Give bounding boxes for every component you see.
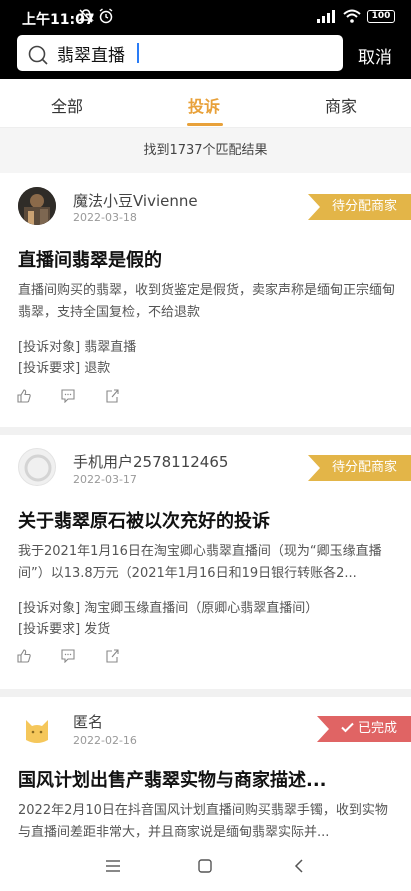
complaint-desc: 我于2021年1月16日在淘宝卿心翡翠直播间（现为“卿玉缘直播间”）以13.8万… [18, 544, 382, 581]
status-icons-right: 100 [317, 9, 395, 23]
complaint-target: [投诉对象] 淘宝卿玉缘直播间（原卿心翡翠直播间） [18, 597, 318, 616]
alarm-icon [99, 8, 113, 24]
menu-icon[interactable] [105, 859, 121, 873]
target-label: [投诉对象] [18, 340, 81, 355]
cancel-button[interactable]: 取消 [358, 43, 392, 68]
status-badge-label: 已完成 [357, 721, 397, 736]
request-value: 发货 [84, 622, 111, 637]
share-icon[interactable] [105, 649, 119, 663]
result-count: 找到1737个匹配结果 [0, 128, 411, 173]
status-badge: 已完成 [316, 716, 411, 742]
complaint-title: 国风计划出售产翡翠实物与商家描述... [18, 770, 327, 791]
comment-icon[interactable] [61, 389, 75, 403]
card-divider [0, 427, 411, 435]
tab-complaints[interactable]: 投诉 [188, 93, 220, 117]
system-nav-bar [0, 853, 411, 891]
status-bar: 上午11:07 100 [0, 0, 411, 34]
check-icon [341, 722, 354, 733]
text-cursor [137, 43, 139, 63]
complaint-target: [投诉对象] 翡翠直播 [18, 336, 136, 355]
card-actions [17, 389, 119, 403]
back-icon[interactable] [293, 858, 305, 874]
tab-bar: 全部 投诉 商家 [0, 79, 411, 128]
like-icon[interactable] [17, 649, 31, 663]
complaint-desc: 2022年2月10日在抖音国风计划直播间购买翡翠手镯，收到实物与直播间差距非常大… [18, 803, 388, 840]
signal-icon [317, 10, 335, 23]
complaint-request: [投诉要求] 退款 [18, 357, 110, 376]
share-icon[interactable] [105, 389, 119, 403]
mute-icon [78, 9, 94, 23]
tab-merchants[interactable]: 商家 [325, 93, 357, 117]
complaint-title: 关于翡翠原石被以次充好的投诉 [18, 511, 270, 532]
request-label: [投诉要求] [18, 361, 81, 376]
search-box[interactable] [17, 35, 343, 71]
complaint-card[interactable]: 匿名 2022-02-16 已完成 国风计划出售产翡翠实物与商家描述... 20… [0, 697, 411, 853]
complaint-desc: 直播间购买的翡翠，收到货鉴定是假货，卖家声称是缅甸正宗缅甸翡翠，支持全国复检，不… [18, 283, 396, 320]
search-icon [28, 45, 48, 65]
user-name: 手机用户2578112465 [73, 453, 229, 471]
avatar [18, 448, 56, 486]
target-label: [投诉对象] [18, 601, 81, 616]
status-icons-left [78, 8, 114, 24]
card-actions [17, 649, 119, 663]
tab-all[interactable]: 全部 [51, 93, 83, 117]
complaint-card[interactable]: 手机用户2578112465 2022-03-17 待分配商家 关于翡翠原石被以… [0, 435, 411, 690]
request-value: 退款 [84, 361, 111, 376]
post-date: 2022-03-17 [73, 473, 137, 486]
post-date: 2022-02-16 [73, 734, 137, 747]
battery-icon: 100 [367, 9, 395, 23]
status-badge: 待分配商家 [307, 455, 411, 481]
like-icon[interactable] [17, 389, 31, 403]
search-input[interactable] [57, 41, 327, 65]
post-date: 2022-03-18 [73, 211, 137, 224]
card-divider [0, 689, 411, 697]
wifi-icon [343, 9, 361, 23]
top-header: 上午11:07 100 取消 [0, 0, 411, 79]
user-name: 魔法小豆Vivienne [73, 192, 198, 210]
complaint-title: 直播间翡翠是假的 [18, 250, 162, 271]
status-badge: 待分配商家 [307, 194, 411, 220]
target-value: 淘宝卿玉缘直播间（原卿心翡翠直播间） [84, 601, 319, 616]
tab-underline [187, 123, 223, 126]
complaint-request: [投诉要求] 发货 [18, 618, 110, 637]
avatar [18, 710, 56, 748]
comment-icon[interactable] [61, 649, 75, 663]
avatar [18, 187, 56, 225]
request-label: [投诉要求] [18, 622, 81, 637]
complaint-card[interactable]: 魔法小豆Vivienne 2022-03-18 待分配商家 直播间翡翠是假的 直… [0, 173, 411, 428]
home-icon[interactable] [197, 858, 213, 874]
user-name: 匿名 [73, 713, 104, 731]
target-value: 翡翠直播 [84, 340, 137, 355]
